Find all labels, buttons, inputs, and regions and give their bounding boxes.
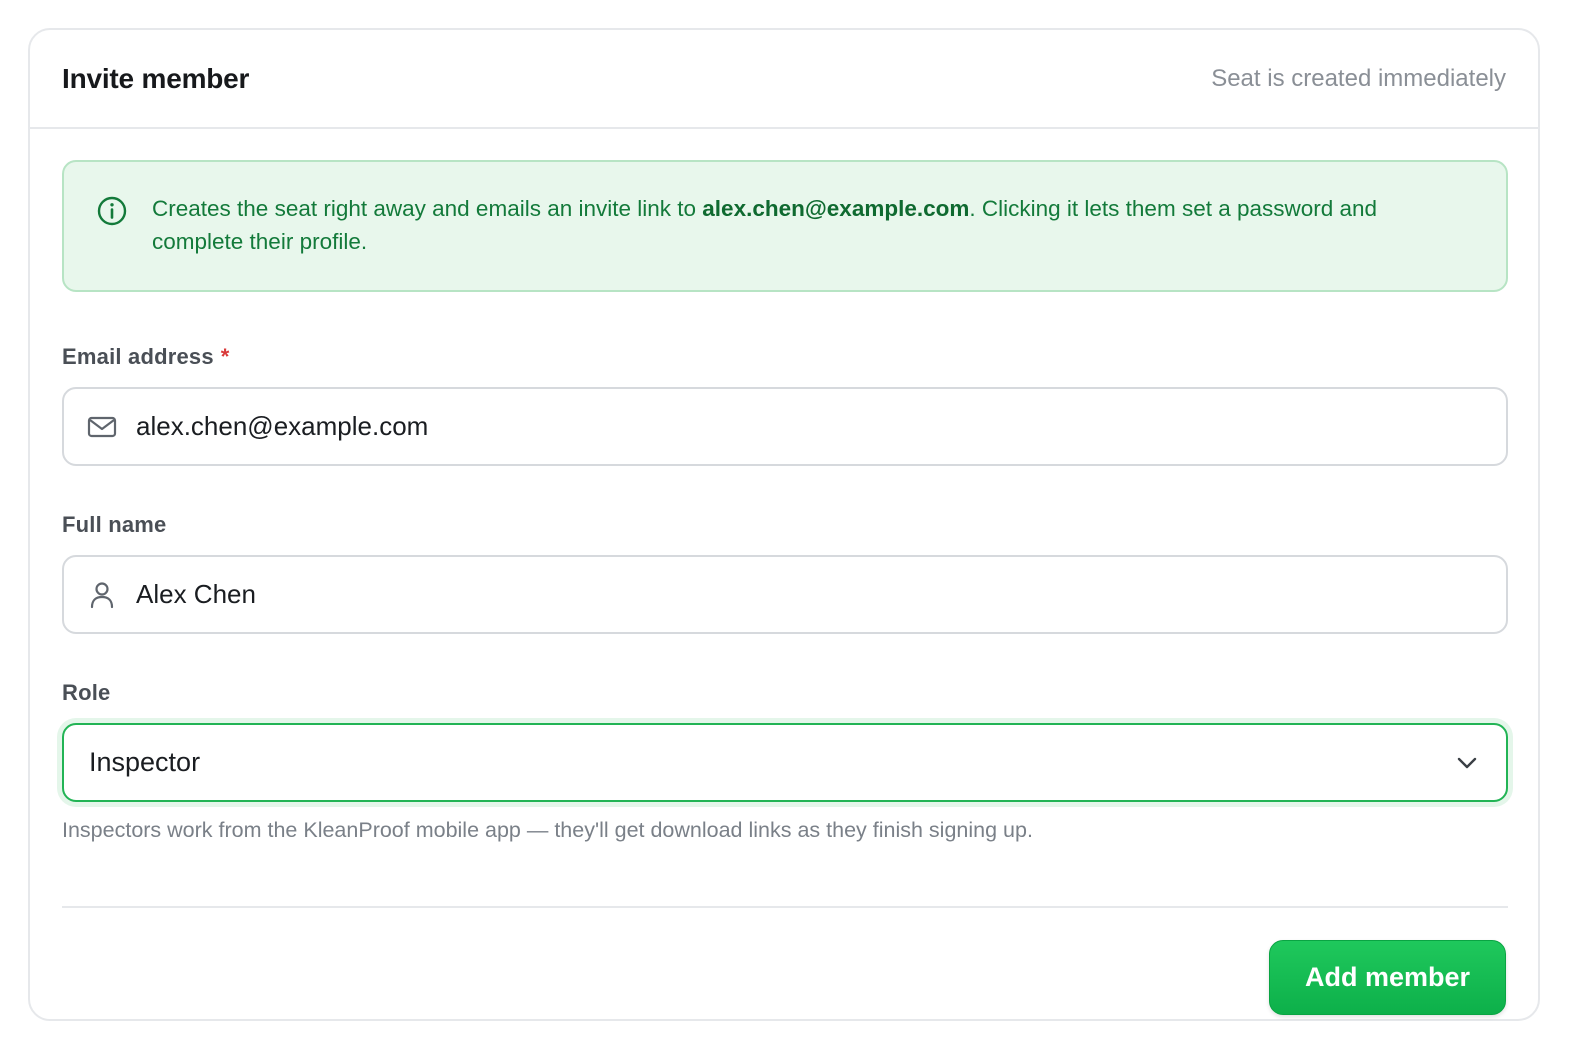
email-label: Email address * (62, 344, 1506, 370)
role-hint: Inspectors work from the KleanProof mobi… (62, 818, 1033, 842)
card-title: Invite member (62, 62, 250, 94)
full-name-value: Alex Chen (136, 579, 256, 609)
mail-icon (86, 411, 118, 443)
role-label-text: Role (62, 680, 111, 705)
notice-text: Creates the seat right away and emails a… (152, 192, 1466, 258)
info-notice: Creates the seat right away and emails a… (62, 160, 1508, 292)
full-name-field[interactable]: Alex Chen (62, 555, 1508, 634)
email-label-text: Email address (62, 344, 214, 369)
email-value: alex.chen@example.com (136, 411, 429, 441)
role-label: Role (62, 680, 1506, 706)
info-icon (96, 195, 128, 227)
divider (62, 906, 1508, 908)
card-body: Creates the seat right away and emails a… (30, 129, 1538, 1015)
role-select[interactable]: Inspector (62, 723, 1508, 802)
full-name-label-text: Full name (62, 512, 167, 537)
seat-created-note: Seat is created immediately (1211, 64, 1506, 92)
role-selected-value: Inspector (89, 747, 201, 777)
add-member-button[interactable]: Add member (1269, 940, 1506, 1015)
invite-member-card: Invite member Seat is created immediatel… (28, 28, 1540, 1021)
email-field[interactable]: alex.chen@example.com (62, 387, 1508, 466)
chevron-down-icon[interactable] (1454, 750, 1480, 776)
notice-text-before: Creates the seat right away and emails a… (152, 196, 703, 221)
notice-email: alex.chen@example.com (702, 196, 970, 221)
full-name-label: Full name (62, 512, 1506, 538)
required-marker: * (220, 344, 230, 369)
card-header: Invite member Seat is created immediatel… (30, 30, 1538, 129)
form-actions: Add member (62, 940, 1506, 1015)
user-icon (86, 579, 118, 611)
